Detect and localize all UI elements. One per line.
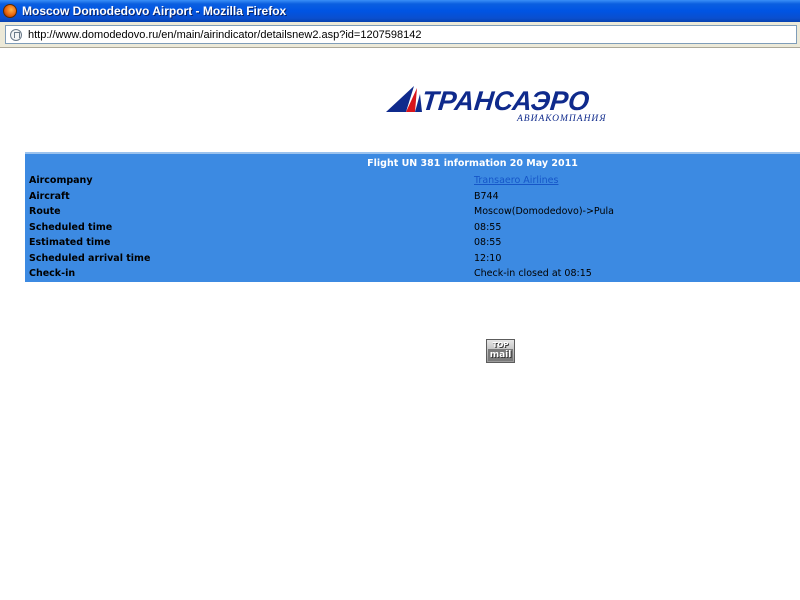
row-value: Moscow(Domodedovo)->Pula bbox=[474, 206, 614, 217]
address-bar[interactable]: http://www.domodedovo.ru/en/main/airindi… bbox=[5, 25, 797, 44]
row-label: Check-in bbox=[29, 268, 76, 279]
row-value: B744 bbox=[474, 190, 499, 202]
flight-info-header: Flight UN 381 information 20 May 2011 bbox=[367, 158, 578, 169]
counter-line-1: TOP bbox=[492, 341, 509, 349]
table-row: Aircompany Transaero Airlines bbox=[25, 173, 800, 189]
table-row: Scheduled time 08:55 bbox=[25, 220, 800, 236]
row-label: Aircompany bbox=[29, 175, 93, 186]
table-row: Route Moscow(Domodedovo)->Pula bbox=[25, 204, 800, 220]
firefox-icon bbox=[3, 4, 17, 18]
row-value: Check-in closed at 08:15 bbox=[474, 268, 592, 279]
row-label: Scheduled arrival time bbox=[29, 252, 151, 264]
row-label: Scheduled time bbox=[29, 221, 113, 233]
logo-subtitle: АВИАКОМПАНИЯ bbox=[517, 114, 607, 124]
page-content: ТРАНСАЭРО АВИАКОМПАНИЯ Flight UN 381 inf… bbox=[0, 48, 800, 600]
window-title-bar[interactable]: Moscow Domodedovo Airport - Mozilla Fire… bbox=[0, 0, 800, 22]
aircompany-link[interactable]: Transaero Airlines bbox=[474, 173, 558, 189]
row-value: 12:10 bbox=[474, 252, 502, 264]
navigation-toolbar: http://www.domodedovo.ru/en/main/airindi… bbox=[0, 22, 800, 48]
topmail-counter-badge[interactable]: TOP mail bbox=[486, 339, 515, 363]
table-row: Estimated time 08:55 bbox=[25, 235, 800, 251]
row-value: 08:55 bbox=[474, 237, 502, 248]
row-label: Aircraft bbox=[29, 190, 70, 202]
row-label: Estimated time bbox=[29, 237, 111, 248]
table-row: Scheduled arrival time 12:10 bbox=[25, 251, 800, 267]
flight-info-table: Flight UN 381 information 20 May 2011 Ai… bbox=[25, 152, 800, 282]
transaero-logo: ТРАНСАЭРО АВИАКОМПАНИЯ bbox=[384, 84, 620, 128]
counter-line-2: mail bbox=[488, 349, 513, 361]
row-value: 08:55 bbox=[474, 221, 502, 233]
table-row: Check-in Check-in closed at 08:15 bbox=[25, 266, 800, 282]
table-row: Aircraft B744 bbox=[25, 189, 800, 205]
logo-wordmark: ТРАНСАЭРО bbox=[420, 86, 591, 116]
url-text[interactable]: http://www.domodedovo.ru/en/main/airindi… bbox=[28, 29, 422, 41]
site-identity-icon[interactable] bbox=[10, 28, 22, 41]
row-label: Route bbox=[29, 206, 61, 217]
window-title: Moscow Domodedovo Airport - Mozilla Fire… bbox=[22, 4, 287, 18]
